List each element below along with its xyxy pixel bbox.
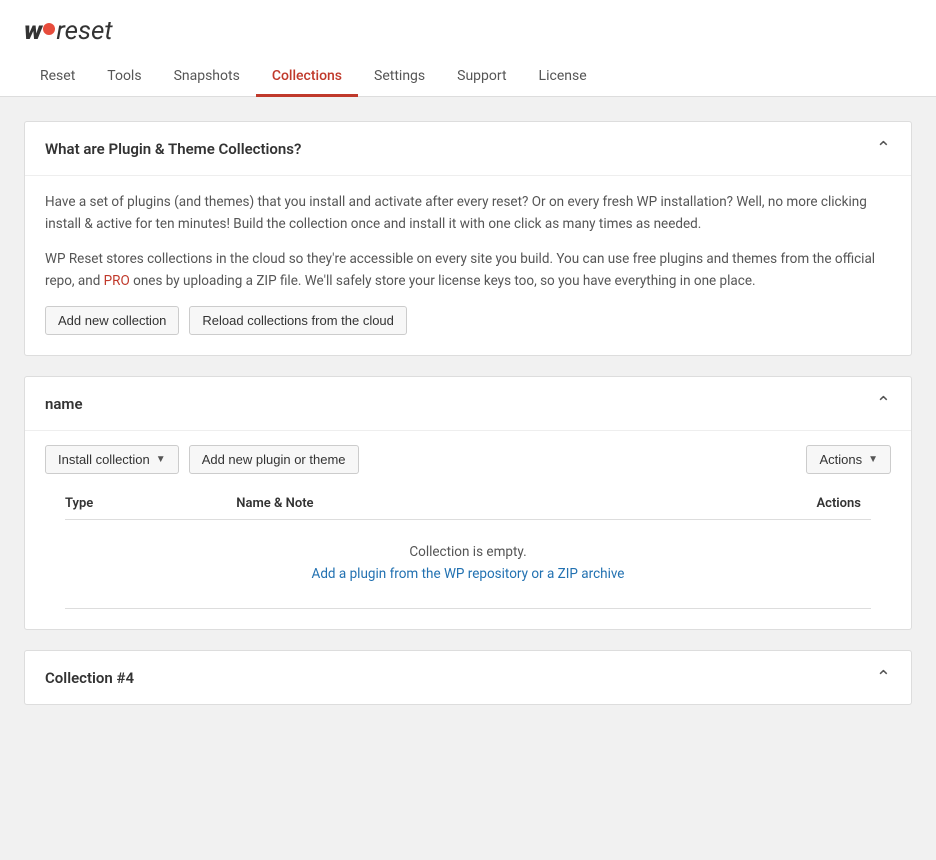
info-card-header[interactable]: What are Plugin & Theme Collections? ⌃ (25, 122, 911, 175)
collection4-chevron-icon: ⌃ (876, 667, 891, 688)
actions-dropdown-icon: ▼ (868, 454, 878, 465)
nav-item-tools[interactable]: Tools (91, 58, 157, 97)
info-card-title: What are Plugin & Theme Collections? (45, 140, 301, 158)
collection-toolbar: Install collection ▼ Add new plugin or t… (25, 430, 911, 488)
info-card-body: Have a set of plugins (and themes) that … (25, 175, 911, 355)
info-card-para1: Have a set of plugins (and themes) that … (45, 192, 891, 235)
collection-table: Type Name & Note Actions Collection is e… (65, 488, 871, 609)
nav-item-reset[interactable]: Reset (24, 58, 91, 97)
main-nav: Reset Tools Snapshots Collections Settin… (24, 58, 912, 96)
info-card-actions: Add new collection Reload collections fr… (45, 306, 891, 335)
nav-item-settings[interactable]: Settings (358, 58, 441, 97)
header: w reset Reset Tools Snapshots Collection… (0, 0, 936, 97)
empty-state-text: Collection is empty. (65, 544, 871, 560)
nav-item-license[interactable]: License (523, 58, 603, 97)
install-collection-button[interactable]: Install collection ▼ (45, 445, 179, 474)
collection-table-wrapper: Type Name & Note Actions Collection is e… (25, 488, 911, 629)
add-new-collection-button[interactable]: Add new collection (45, 306, 179, 335)
nav-item-support[interactable]: Support (441, 58, 522, 97)
reload-collections-button[interactable]: Reload collections from the cloud (189, 306, 407, 335)
logo: w reset (24, 16, 113, 46)
table-divider (65, 608, 871, 609)
info-card-chevron-icon: ⌃ (876, 138, 891, 159)
logo-text-wp: w (24, 16, 42, 46)
pro-label: PRO (104, 273, 130, 289)
collection4-header[interactable]: Collection #4 ⌃ (25, 651, 911, 704)
nav-item-snapshots[interactable]: Snapshots (158, 58, 256, 97)
add-plugin-theme-button[interactable]: Add new plugin or theme (189, 445, 359, 474)
page-wrapper: w reset Reset Tools Snapshots Collection… (0, 0, 936, 860)
logo-text-reset: reset (56, 16, 112, 46)
logo-dot-icon (43, 23, 55, 35)
collection4-title: Collection #4 (45, 669, 134, 687)
info-card-para2: WP Reset stores collections in the cloud… (45, 249, 891, 292)
col-type-header: Type (65, 488, 236, 520)
actions-dropdown-button[interactable]: Actions ▼ (806, 445, 891, 474)
install-collection-dropdown-icon: ▼ (156, 454, 166, 465)
col-actions-header: Actions (627, 488, 871, 520)
collection-name-header[interactable]: name ⌃ (25, 377, 911, 430)
info-card: What are Plugin & Theme Collections? ⌃ H… (24, 121, 912, 356)
col-name-header: Name & Note (236, 488, 627, 520)
collection-name-card: name ⌃ Install collection ▼ Add new plug… (24, 376, 912, 630)
main-content: What are Plugin & Theme Collections? ⌃ H… (0, 97, 936, 749)
nav-item-collections[interactable]: Collections (256, 58, 358, 97)
add-plugin-link[interactable]: Add a plugin from the WP repository or a… (312, 566, 625, 582)
collection4-card: Collection #4 ⌃ (24, 650, 912, 705)
collection-name-chevron-icon: ⌃ (876, 393, 891, 414)
collection-name-title: name (45, 395, 83, 413)
logo-area: w reset (24, 16, 912, 46)
empty-state: Collection is empty. Add a plugin from t… (65, 520, 871, 592)
